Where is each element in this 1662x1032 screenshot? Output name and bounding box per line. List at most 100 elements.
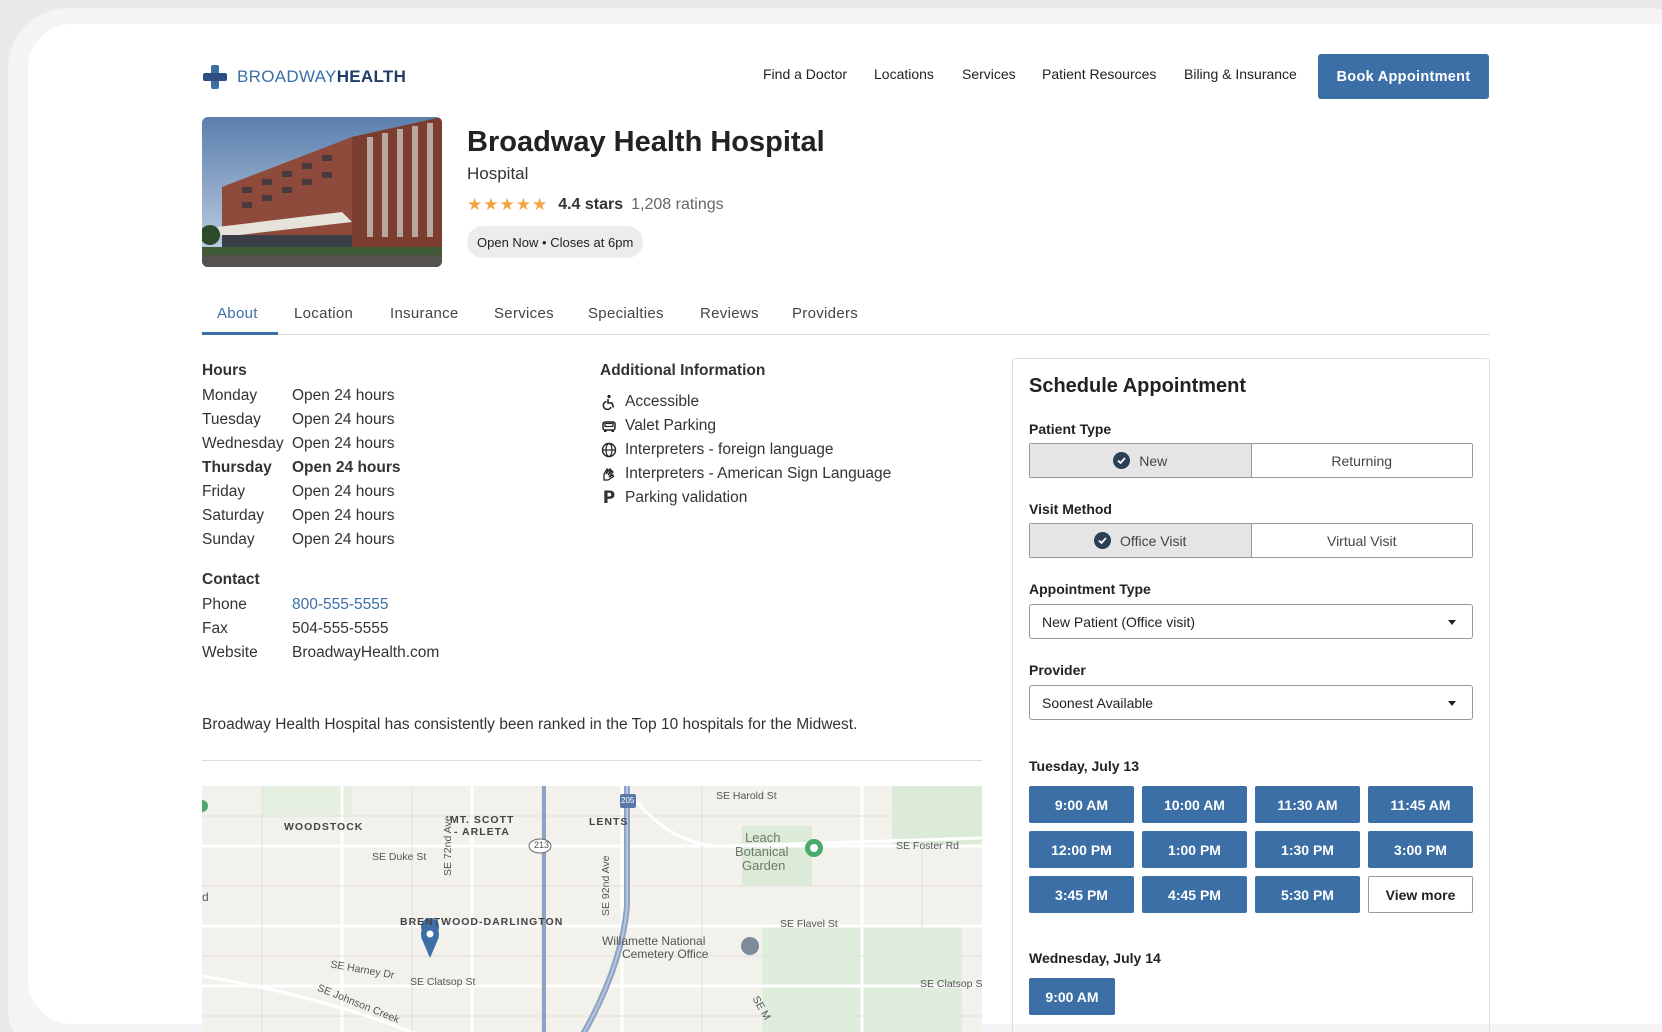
view-more-button[interactable]: View more: [1368, 876, 1473, 913]
time-slot-button[interactable]: 11:30 AM: [1255, 786, 1360, 823]
phone-link[interactable]: 800-555-5555: [292, 596, 389, 614]
hours-row: Wednesday Open 24 hours: [202, 435, 395, 452]
caret-down-icon: [1448, 620, 1456, 625]
profile-tabs: About Location Insurance Services Specia…: [202, 295, 1490, 335]
day-label: Wednesday, July 14: [1029, 950, 1161, 966]
provider-select[interactable]: Soonest Available: [1029, 685, 1473, 720]
schedule-title: Schedule Appointment: [1029, 375, 1247, 397]
rating-value: 4.4 stars: [558, 196, 624, 213]
map-label: - ARLETA: [454, 826, 510, 838]
time-slot-button[interactable]: 3:45 PM: [1029, 876, 1134, 913]
patient-type-toggle: New Returning: [1029, 443, 1473, 478]
website-link[interactable]: BroadwayHealth.com: [292, 644, 439, 662]
nav-services[interactable]: Services: [962, 66, 1016, 82]
map-label: Botanical: [735, 844, 789, 859]
info-item-interpreters-foreign: Interpreters - foreign language: [600, 441, 834, 459]
map-label: 213: [534, 840, 550, 850]
time-slot-button[interactable]: 10:00 AM: [1142, 786, 1247, 823]
info-item-interpreters-asl: Interpreters - American Sign Language: [600, 465, 891, 483]
car-icon: [600, 417, 618, 435]
map-label: 205: [621, 796, 635, 805]
info-item-valet: Valet Parking: [600, 417, 716, 435]
nav-locations[interactable]: Locations: [874, 66, 934, 82]
hours-row: Monday Open 24 hours: [202, 387, 395, 404]
contact-title: Contact: [202, 571, 260, 588]
hours-row: Friday Open 24 hours: [202, 483, 395, 500]
book-appointment-button[interactable]: Book Appointment: [1318, 54, 1489, 99]
map-label: SE 72nd Ave: [442, 815, 454, 876]
sign-language-icon: [600, 465, 618, 483]
open-status-badge: Open Now • Closes at 6pm: [467, 226, 644, 258]
info-item-accessible: Accessible: [600, 393, 699, 411]
map-label: SE Foster Rd: [896, 840, 960, 852]
contact-row-fax: Fax 504-555-5555: [202, 620, 389, 637]
time-slot-button[interactable]: 1:30 PM: [1255, 831, 1360, 868]
visit-method-toggle: Office Visit Virtual Visit: [1029, 523, 1473, 558]
time-slot-button[interactable]: 4:45 PM: [1142, 876, 1247, 913]
contact-row-website: Website BroadwayHealth.com: [202, 644, 440, 662]
map-label: SE Clatsop St: [410, 976, 476, 988]
map-label: d: [202, 890, 209, 904]
globe-icon: [600, 441, 618, 459]
hospital-photo: [202, 117, 442, 267]
accessible-icon: [600, 393, 618, 411]
nav-patient-resources[interactable]: Patient Resources: [1042, 66, 1156, 82]
hours-row-today: Thursday Open 24 hours: [202, 459, 401, 476]
time-slot-button[interactable]: 1:00 PM: [1142, 831, 1247, 868]
map-label: BRENTWOOD-DARLINGTON: [400, 916, 564, 928]
time-slot-button[interactable]: 3:00 PM: [1368, 831, 1473, 868]
time-slot-button[interactable]: 5:30 PM: [1255, 876, 1360, 913]
time-slot-button[interactable]: 9:00 AM: [1029, 978, 1115, 1015]
provider-label: Provider: [1029, 662, 1086, 678]
info-item-parking-validation: P Parking validation: [600, 488, 748, 508]
patient-type-new[interactable]: New: [1030, 444, 1252, 477]
map-label: SE Clatsop S: [920, 978, 982, 990]
additional-info-title: Additional Information: [600, 362, 766, 379]
cross-logo-icon: [203, 65, 227, 89]
patient-type-returning[interactable]: Returning: [1252, 444, 1473, 477]
star-rating-icon: ★★★★★: [467, 195, 549, 214]
page: BROADWAYHEALTH Find a Doctor Locations S…: [0, 0, 1662, 1032]
tab-insurance[interactable]: Insurance: [390, 305, 459, 322]
time-slot-button[interactable]: 9:00 AM: [1029, 786, 1134, 823]
nav-billing-insurance[interactable]: Biling & Insurance: [1184, 66, 1297, 82]
tab-about[interactable]: About: [217, 305, 258, 322]
check-circle-icon: [1113, 452, 1131, 469]
tab-providers[interactable]: Providers: [792, 305, 858, 322]
tab-location[interactable]: Location: [294, 305, 353, 322]
location-map[interactable]: WOODSTOCK MT. SCOTT - ARLETA LENTS SE Ha…: [202, 786, 982, 1032]
check-circle-icon: [1094, 532, 1112, 549]
hours-title: Hours: [202, 362, 247, 379]
patient-type-label: Patient Type: [1029, 421, 1112, 437]
time-slot-button[interactable]: 12:00 PM: [1029, 831, 1134, 868]
visit-method-virtual[interactable]: Virtual Visit: [1252, 524, 1473, 557]
nav-find-doctor[interactable]: Find a Doctor: [763, 66, 847, 82]
tab-specialties[interactable]: Specialties: [588, 305, 664, 322]
visit-method-office[interactable]: Office Visit: [1030, 524, 1252, 557]
visit-method-label: Visit Method: [1029, 501, 1112, 517]
map-label: SE Flavel St: [780, 918, 838, 930]
hours-row: Tuesday Open 24 hours: [202, 411, 395, 428]
brand-logo[interactable]: BROADWAYHEALTH: [201, 63, 406, 91]
hours-row: Sunday Open 24 hours: [202, 531, 395, 548]
appointment-type-label: Appointment Type: [1029, 581, 1151, 597]
map-label: SE Harold St: [716, 790, 777, 802]
time-slot-button[interactable]: 11:45 AM: [1368, 786, 1473, 823]
appointment-type-select[interactable]: New Patient (Office visit): [1029, 604, 1473, 639]
hospital-description: Broadway Health Hospital has consistentl…: [202, 716, 858, 733]
map-label: Willamette National: [602, 934, 706, 948]
brand-name: BROADWAYHEALTH: [237, 67, 407, 86]
map-label: MT. SCOTT: [450, 814, 515, 826]
tab-services[interactable]: Services: [494, 305, 554, 322]
rating-count[interactable]: 1,208 ratings: [631, 196, 724, 214]
hospital-type: Hospital: [467, 164, 529, 183]
tab-reviews[interactable]: Reviews: [700, 305, 759, 322]
hospital-name: Broadway Health Hospital: [467, 126, 825, 158]
active-tab-indicator: [202, 332, 278, 335]
day-label: Tuesday, July 13: [1029, 758, 1139, 774]
contact-row-phone: Phone 800-555-5555: [202, 596, 389, 614]
map-label: SE 92nd Ave: [600, 855, 612, 916]
map-label: Leach: [745, 830, 781, 845]
map-label: Cemetery Office: [622, 947, 709, 961]
map-label: SE Duke St: [372, 851, 427, 863]
